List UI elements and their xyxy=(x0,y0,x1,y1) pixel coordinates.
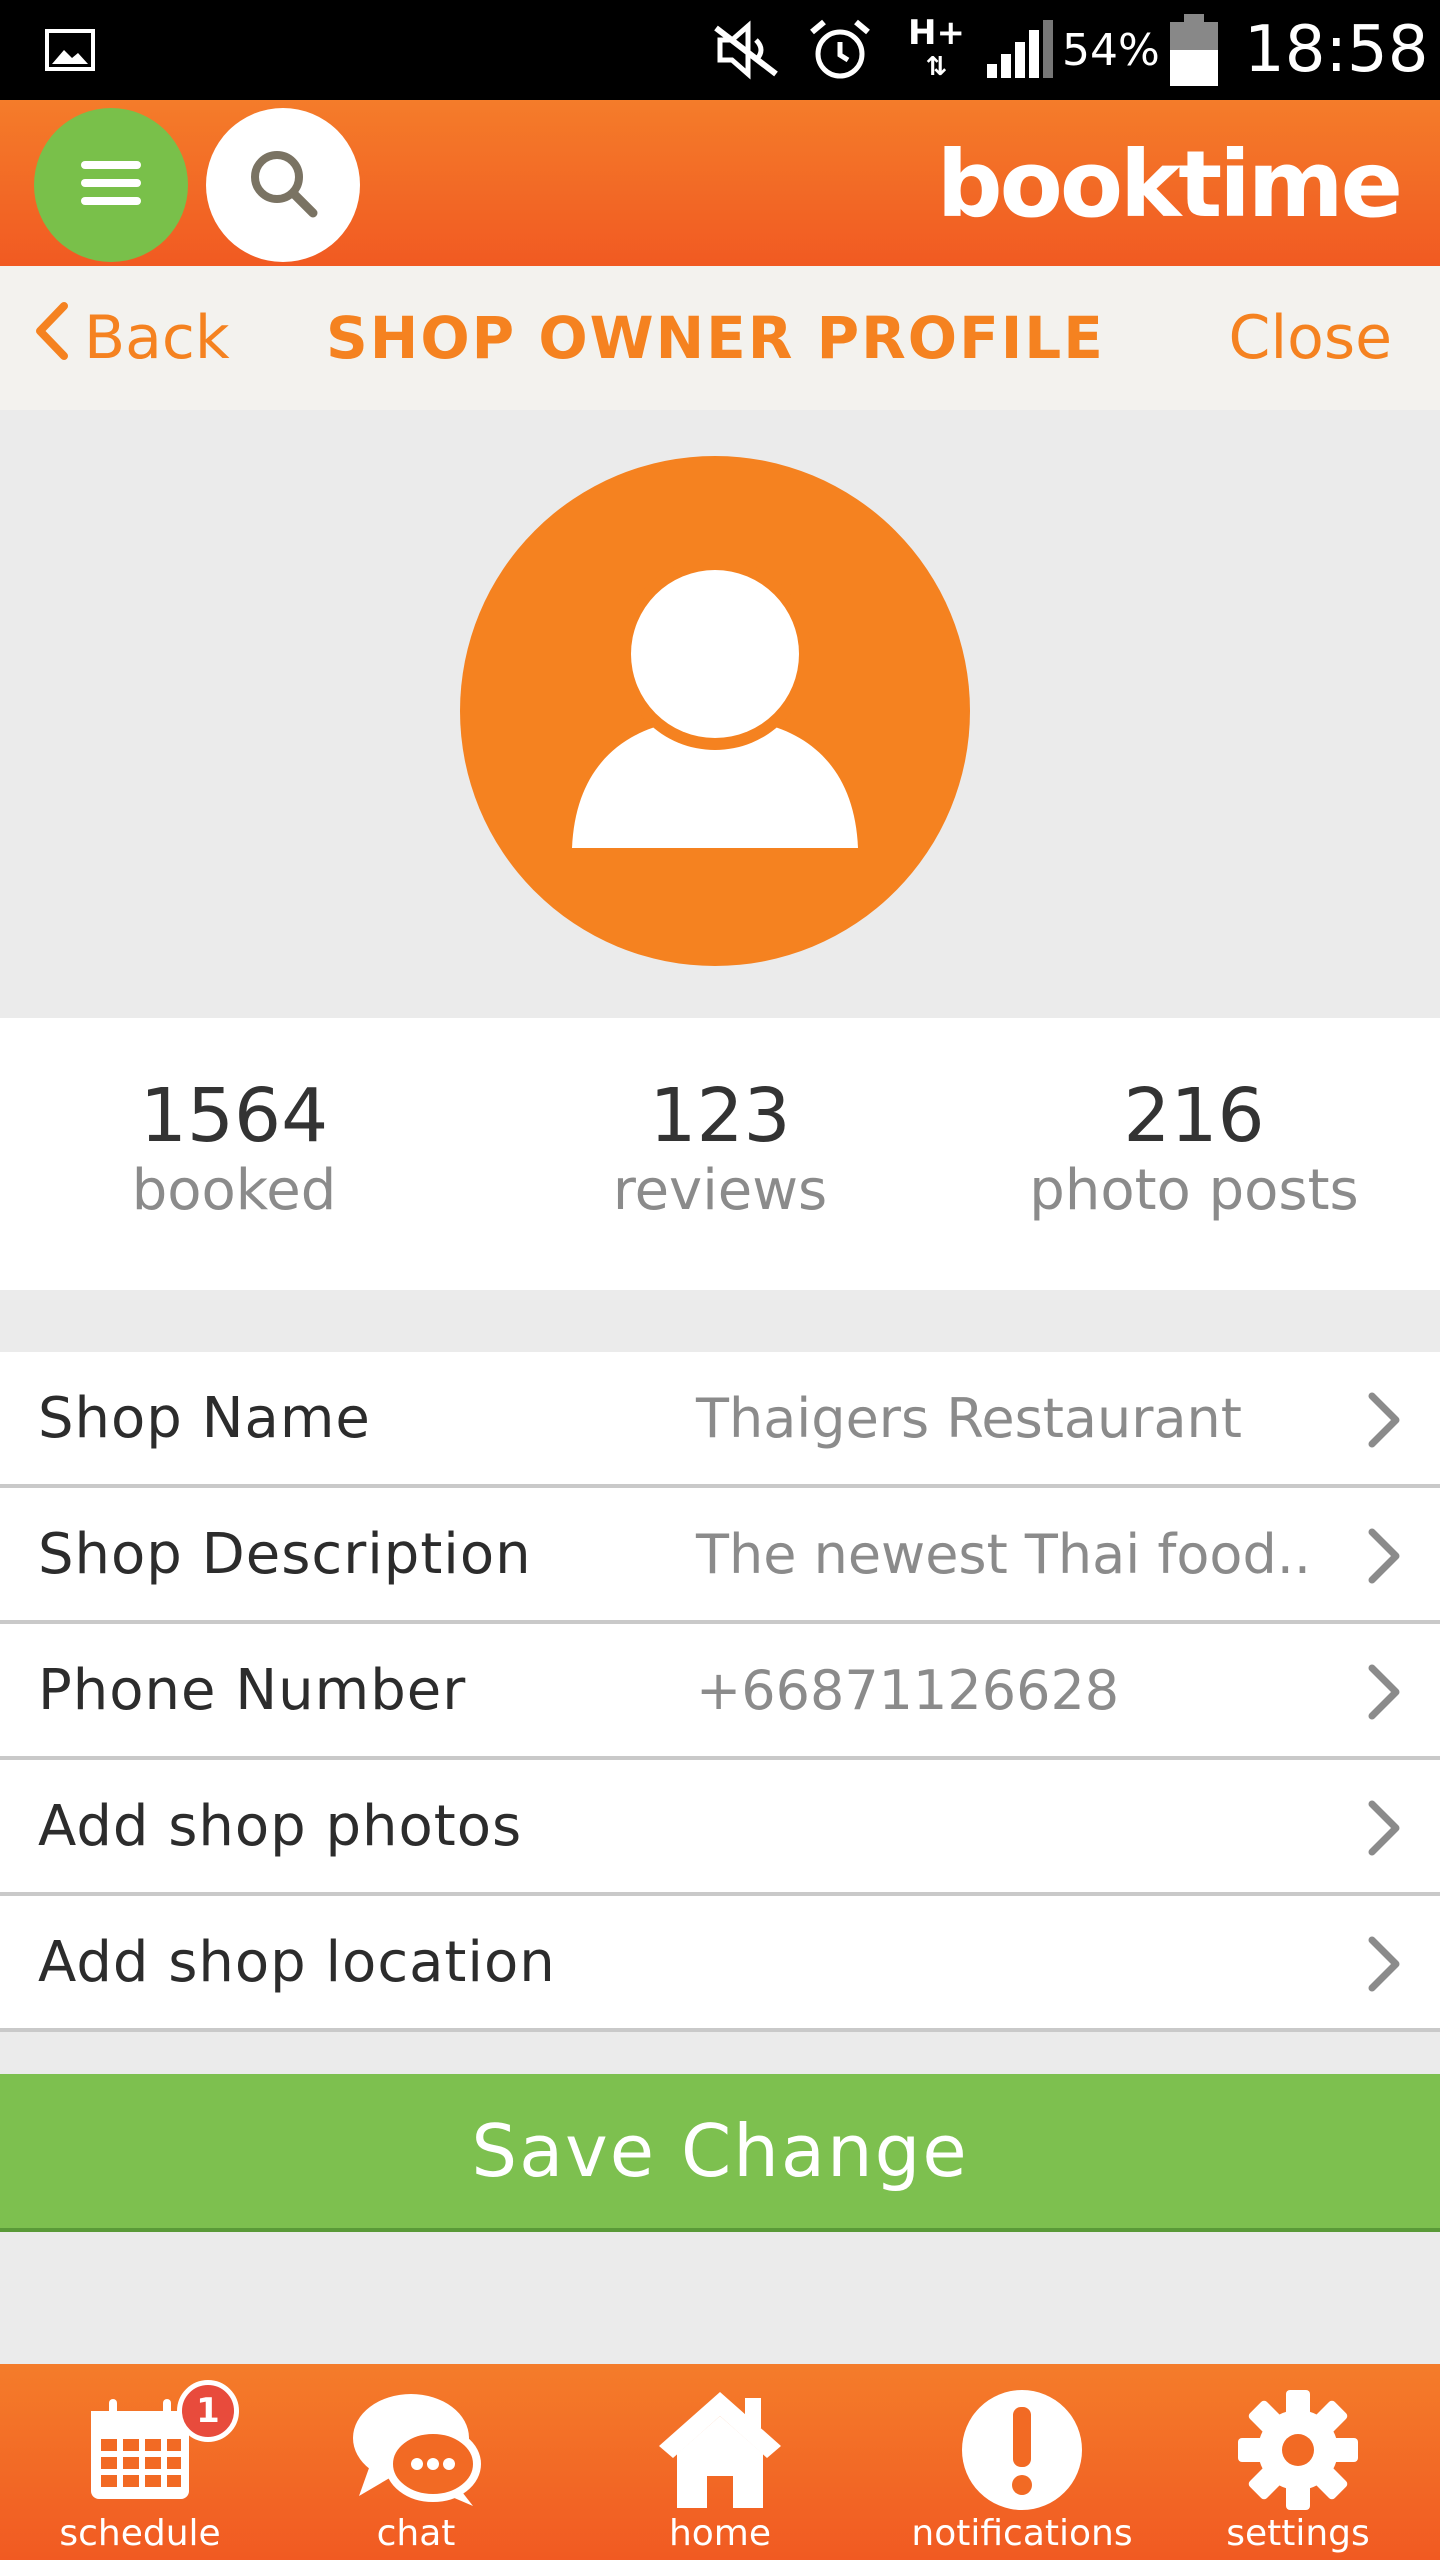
stat-photo-posts: 216 photo posts xyxy=(954,1074,1434,1224)
stat-label: reviews xyxy=(612,1158,828,1223)
alarm-icon xyxy=(808,0,872,100)
list-item-add-shop-location[interactable]: Add shop location xyxy=(0,1896,1440,2032)
signal-icon xyxy=(985,0,1055,100)
user-avatar-icon xyxy=(460,558,970,966)
page-title: SHOP OWNER PROFILE xyxy=(326,304,1105,372)
list-item-shop-name[interactable]: Shop Name Thaigers Restaurant xyxy=(0,1352,1440,1488)
tab-notifications[interactable]: notifications xyxy=(882,2364,1162,2560)
field-value: The newest Thai food.. xyxy=(696,1522,1312,1586)
field-label: Add shop location xyxy=(38,1929,556,1995)
gear-icon xyxy=(1238,2390,1358,2510)
menu-button[interactable] xyxy=(34,108,188,262)
tab-label: chat xyxy=(376,2513,456,2554)
stat-value: 123 xyxy=(649,1073,791,1159)
chevron-left-icon xyxy=(34,301,84,375)
close-button[interactable]: Close xyxy=(1229,266,1392,410)
chat-icon xyxy=(353,2394,481,2506)
save-change-button[interactable]: Save Change xyxy=(0,2074,1440,2228)
field-value: +66871126628 xyxy=(696,1658,1120,1722)
tab-label: schedule xyxy=(59,2513,221,2554)
home-icon xyxy=(659,2392,781,2508)
exclamation-icon xyxy=(962,2390,1082,2510)
list-item-shop-description[interactable]: Shop Description The newest Thai food.. xyxy=(0,1488,1440,1624)
list-item-add-shop-photos[interactable]: Add shop photos xyxy=(0,1760,1440,1896)
nav-bar: Back SHOP OWNER PROFILE Close xyxy=(0,266,1440,410)
chevron-right-icon xyxy=(1368,1800,1400,1856)
list-item-phone-number[interactable]: Phone Number +66871126628 xyxy=(0,1624,1440,1760)
tab-label: notifications xyxy=(911,2513,1133,2554)
tab-label: home xyxy=(668,2513,772,2554)
mute-icon xyxy=(712,0,782,100)
field-label: Shop Description xyxy=(38,1521,532,1587)
stat-value: 216 xyxy=(1123,1073,1265,1159)
stat-reviews: 123 reviews xyxy=(480,1074,960,1224)
search-icon xyxy=(245,145,321,225)
field-label: Phone Number xyxy=(38,1657,467,1723)
notification-badge: 1 xyxy=(177,2380,239,2442)
tab-settings[interactable]: settings xyxy=(1198,2364,1398,2560)
field-label: Add shop photos xyxy=(38,1793,523,1859)
back-button[interactable]: Back xyxy=(34,266,230,410)
tab-chat[interactable]: chat xyxy=(316,2364,516,2560)
tab-home[interactable]: home xyxy=(620,2364,820,2560)
chevron-right-icon xyxy=(1368,1528,1400,1584)
stat-label: photo posts xyxy=(1029,1158,1359,1223)
gallery-icon xyxy=(44,0,96,100)
bottom-tab-bar: 1 schedule chat home notifications setti… xyxy=(0,2364,1440,2560)
brand-logo: booktime xyxy=(936,131,1403,238)
stat-label: booked xyxy=(131,1158,337,1223)
profile-field-list: Shop Name Thaigers Restaurant Shop Descr… xyxy=(0,1352,1440,2032)
stats-panel: 1564 booked 123 reviews 216 photo posts xyxy=(0,1018,1440,1290)
profile-avatar[interactable] xyxy=(460,456,970,966)
app-header: booktime xyxy=(0,100,1440,266)
clock: 18:58 xyxy=(1244,13,1429,87)
back-label: Back xyxy=(84,303,230,373)
status-bar: H+ ⇅ 54% 18:58 xyxy=(0,0,1440,100)
tab-schedule[interactable]: 1 schedule xyxy=(40,2364,240,2560)
field-value: Thaigers Restaurant xyxy=(696,1386,1242,1450)
hamburger-menu-icon xyxy=(79,157,143,213)
network-type: H+ ⇅ xyxy=(908,13,965,82)
field-label: Shop Name xyxy=(38,1385,371,1451)
search-button[interactable] xyxy=(206,108,360,262)
chevron-right-icon xyxy=(1368,1664,1400,1720)
tab-label: settings xyxy=(1226,2513,1370,2554)
battery-percent: 54% xyxy=(1062,24,1160,76)
stat-booked: 1564 booked xyxy=(0,1074,474,1224)
battery-icon xyxy=(1170,0,1218,100)
stat-value: 1564 xyxy=(139,1073,329,1159)
chevron-right-icon xyxy=(1368,1392,1400,1448)
chevron-right-icon xyxy=(1368,1936,1400,1992)
